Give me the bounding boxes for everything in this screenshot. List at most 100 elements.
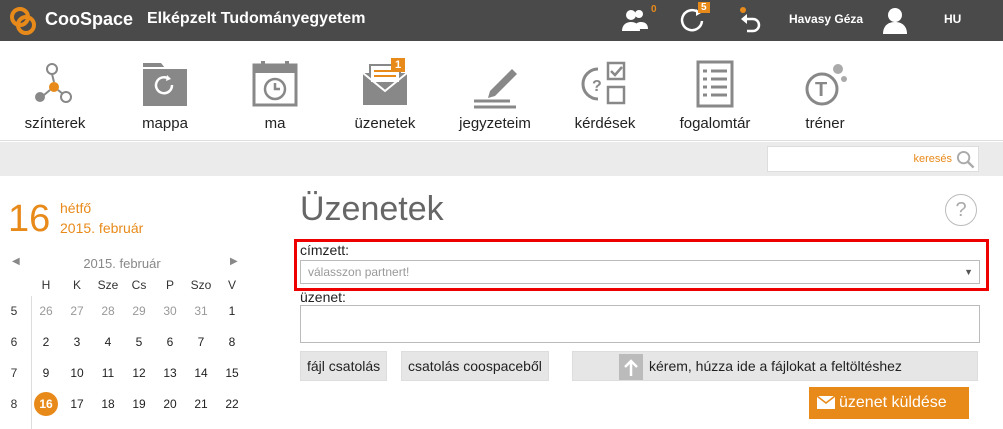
calendar-day[interactable]: 28 (96, 304, 120, 318)
search-input[interactable]: keresés (767, 146, 979, 172)
search-placeholder: keresés (913, 153, 952, 165)
brand-name[interactable]: CooSpace (45, 9, 133, 30)
calendar-day[interactable]: 20 (158, 397, 182, 411)
undo-icon[interactable] (735, 5, 765, 35)
calendar-day[interactable]: 10 (65, 366, 89, 380)
calendar-day[interactable]: 4 (96, 335, 120, 349)
weekday-header: V (227, 278, 236, 292)
search-row: keresés (0, 142, 1003, 176)
tool-label: üzenetek (354, 115, 416, 132)
weekday-header: Sze (97, 278, 119, 292)
tool-label: fogalomtár (679, 115, 751, 132)
weekday-header: Cs (131, 278, 147, 292)
tool-glossary[interactable]: fogalomtár (665, 41, 765, 141)
next-month-icon[interactable]: ▶ (230, 256, 238, 267)
scenes-icon (35, 63, 72, 103)
weekday-header: H (41, 278, 51, 292)
chevron-down-icon: ▼ (964, 267, 973, 277)
calendar-day[interactable]: 1 (220, 304, 244, 318)
week-number: 6 (10, 335, 18, 349)
calendar-week-separator (31, 296, 32, 429)
tool-scenes[interactable]: színterek (5, 41, 105, 141)
calendar-day[interactable]: 15 (220, 366, 244, 380)
recipient-select[interactable]: válasszon partnert! ▼ (300, 260, 980, 284)
calendar-day[interactable]: 11 (96, 366, 120, 380)
dropzone-text: kérem, húzza ide a fájlokat a feltöltésh… (649, 358, 902, 374)
svg-text:T: T (815, 79, 827, 101)
refresh-badge: 5 (698, 2, 710, 13)
weekday-header: P (165, 278, 174, 292)
calendar-day[interactable]: 9 (34, 366, 58, 380)
user-name[interactable]: Havasy Géza (789, 12, 863, 26)
svg-text:?: ? (592, 78, 602, 95)
weekday-header: Szo (190, 278, 212, 292)
language-selector[interactable]: HU (944, 12, 961, 26)
page-title: Üzenetek (300, 190, 444, 228)
calendar-day-today[interactable]: 16 (34, 392, 58, 416)
message-label: üzenet: (300, 289, 346, 305)
tool-folder[interactable]: mappa (115, 41, 215, 141)
tool-notes[interactable]: jegyzeteim (445, 41, 545, 141)
notes-icon (474, 69, 517, 109)
tool-label: mappa (142, 115, 188, 132)
calendar-day[interactable]: 7 (189, 335, 213, 349)
tool-questions[interactable]: ? kérdések (555, 41, 655, 141)
tool-today[interactable]: ma (225, 41, 325, 141)
calendar-day[interactable]: 6 (158, 335, 182, 349)
search-icon[interactable] (956, 150, 975, 169)
attach-file-button[interactable]: fájl csatolás (300, 351, 388, 381)
calendar-day[interactable]: 3 (65, 335, 89, 349)
calendar-day[interactable]: 29 (127, 304, 151, 318)
file-dropzone[interactable]: kérem, húzza ide a fájlokat a feltöltésh… (572, 351, 978, 381)
calendar-header: ◀ 2015. február ▶ (0, 254, 250, 274)
current-day-name: hétfő (60, 200, 92, 216)
upload-icon (619, 354, 643, 380)
calendar-day[interactable]: 19 (127, 397, 151, 411)
week-number: 7 (10, 366, 18, 380)
calendar-day[interactable]: 26 (34, 304, 58, 318)
messages-badge: 1 (391, 58, 406, 72)
calendar-day[interactable]: 21 (189, 397, 213, 411)
weekday-header: K (72, 278, 81, 292)
tool-label: ma (264, 115, 286, 132)
help-button[interactable]: ? (945, 194, 977, 226)
send-message-button[interactable]: üzenet küldése (809, 387, 969, 419)
prev-month-icon[interactable]: ◀ (12, 256, 20, 267)
send-label: üzenet küldése (839, 394, 947, 411)
week-number: 5 (10, 304, 18, 318)
calendar-day[interactable]: 14 (189, 366, 213, 380)
calendar-day[interactable]: 27 (65, 304, 89, 318)
tool-label: tréner (805, 115, 845, 132)
calendar-day[interactable]: 31 (189, 304, 213, 318)
calendar-today-icon (252, 61, 298, 107)
folder-icon (143, 63, 187, 106)
calendar-day[interactable]: 17 (65, 397, 89, 411)
attach-coospace-button[interactable]: csatolás coospaceből (401, 351, 549, 381)
calendar-day[interactable]: 13 (158, 366, 182, 380)
tool-label: jegyzeteim (459, 115, 531, 132)
calendar-day[interactable]: 30 (158, 304, 182, 318)
institution-name[interactable]: Elképzelt Tudományegyetem (147, 10, 365, 28)
tool-bar: színterek mappa ma 1 üzenetek jegyzeteim… (0, 41, 1003, 141)
user-avatar-icon[interactable] (880, 5, 910, 35)
message-textarea[interactable] (300, 305, 980, 343)
trainer-icon: T (805, 64, 847, 106)
recipient-label: címzett: (300, 242, 350, 258)
tool-label: színterek (24, 115, 86, 132)
tool-messages[interactable]: 1 üzenetek (335, 41, 435, 141)
tool-trainer[interactable]: T tréner (775, 41, 875, 141)
calendar-month-label: 2015. február (83, 256, 161, 271)
calendar-day[interactable]: 12 (127, 366, 151, 380)
calendar-day[interactable]: 5 (127, 335, 151, 349)
contacts-icon[interactable] (620, 5, 650, 35)
current-day-number: 16 (8, 198, 51, 240)
calendar-day[interactable]: 18 (96, 397, 120, 411)
coospace-logo-icon[interactable] (8, 6, 38, 36)
calendar-day[interactable]: 2 (34, 335, 58, 349)
calendar-day[interactable]: 22 (220, 397, 244, 411)
week-number: 8 (10, 397, 18, 411)
recipient-placeholder: válasszon partnert! (308, 265, 410, 279)
questions-icon: ? (581, 61, 626, 105)
calendar-day[interactable]: 8 (220, 335, 244, 349)
contacts-badge: 0 (651, 4, 657, 15)
